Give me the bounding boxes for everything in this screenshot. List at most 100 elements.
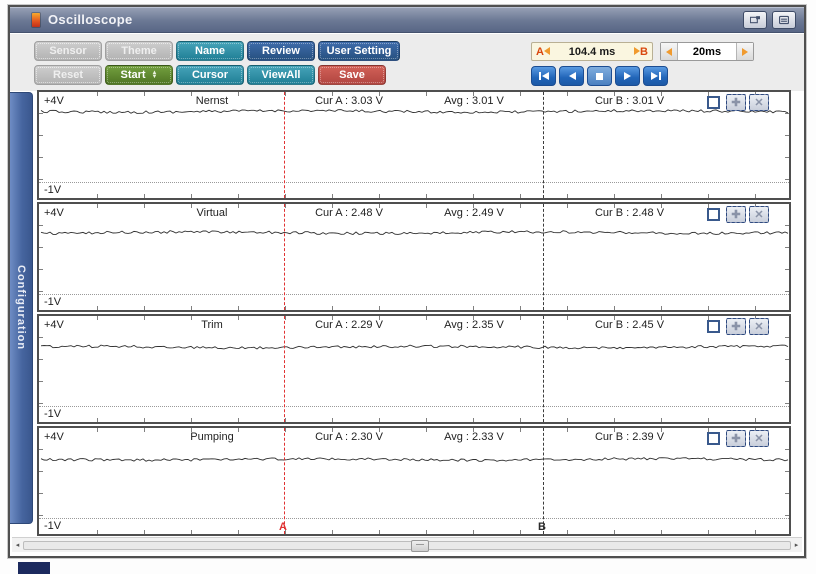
channel-close-button[interactable]: ✕: [749, 318, 769, 335]
cursor-a-reading: Cur A : 2.29 V: [315, 319, 383, 331]
horizontal-scrollbar[interactable]: ◂ ▸: [12, 537, 802, 552]
configuration-tab[interactable]: Configuration: [10, 92, 33, 524]
cursor-b-reading: Cur B : 2.45 V: [594, 319, 665, 331]
skip-to-start-button[interactable]: [531, 66, 556, 86]
channel-zoom-button[interactable]: ✚: [726, 318, 746, 335]
sensor-button[interactable]: Sensor: [34, 41, 102, 61]
y-min-label: -1V: [44, 296, 62, 308]
step-back-button[interactable]: [559, 66, 584, 86]
channel-name: Trim: [201, 319, 223, 331]
panel-collapse-icon: [779, 15, 789, 24]
channel-visibility-checkbox[interactable]: [707, 432, 720, 445]
cursor-b-label: B: [640, 45, 648, 58]
y-min-label: -1V: [44, 184, 62, 196]
title-bar: Oscilloscope: [10, 7, 804, 33]
cursor-a-reading: Cur A : 3.03 V: [315, 95, 383, 107]
stop-icon: [596, 72, 603, 80]
cursor-b-marker: B: [538, 521, 546, 533]
theme-button[interactable]: Theme: [105, 41, 173, 61]
stop-button[interactable]: [587, 66, 612, 86]
timebase-decrease-button[interactable]: [661, 43, 678, 60]
timebase-value: 20ms: [678, 43, 736, 60]
left-arrow-icon: [666, 47, 672, 56]
scope-plot-area: +4V Nernst Cur A : 3.03 V Avg : 3.01 V C…: [37, 90, 791, 538]
plus-icon: ✚: [731, 96, 741, 109]
start-label: Start: [120, 69, 146, 81]
timebase-spinner: 20ms: [660, 42, 754, 61]
popout-button[interactable]: [743, 10, 767, 29]
cursor-a-line[interactable]: [284, 92, 285, 198]
channel-close-button[interactable]: ✕: [749, 206, 769, 223]
cursor-b-reading: Cur B : 3.01 V: [594, 95, 665, 107]
start-toggle-icon: ▲ ▼: [151, 70, 158, 81]
user-setting-button[interactable]: User Setting: [318, 41, 400, 61]
average-reading: Avg : 2.35 V: [444, 319, 504, 331]
cursor-a-marker: A: [279, 521, 287, 533]
cursor-a-line[interactable]: [284, 428, 285, 534]
waveform-trace: [40, 457, 789, 462]
scroll-left-icon[interactable]: ◂: [12, 541, 23, 549]
app-icon: [32, 12, 40, 27]
channel-zoom-button[interactable]: ✚: [726, 430, 746, 447]
plus-icon: ✚: [731, 208, 741, 221]
waveform-trace: [40, 344, 789, 350]
channel-name: Virtual: [196, 207, 228, 219]
channel-trim: +4V Trim Cur A : 2.29 V Avg : 2.35 V Cur…: [37, 314, 791, 424]
cursor-b-line[interactable]: [543, 316, 544, 422]
y-min-label: -1V: [44, 520, 62, 532]
waveform-trace: [40, 109, 789, 114]
transport-controls: [531, 66, 668, 86]
popout-icon: [750, 15, 760, 23]
play-button[interactable]: [615, 66, 640, 86]
cursor-b-reading: Cur B : 2.39 V: [594, 431, 665, 443]
waveform-trace: [40, 230, 789, 236]
cursor-a-arrow-icon: [543, 46, 550, 55]
channel-close-button[interactable]: ✕: [749, 94, 769, 111]
cursor-a-reading: Cur A : 2.30 V: [315, 431, 383, 443]
skip-to-end-button[interactable]: [643, 66, 668, 86]
cursor-a-line[interactable]: [284, 316, 285, 422]
save-button[interactable]: Save: [318, 65, 386, 85]
scroll-right-icon[interactable]: ▸: [791, 541, 802, 549]
cursor-button[interactable]: Cursor: [176, 65, 244, 85]
scrollbar-thumb[interactable]: [411, 539, 429, 552]
y-max-label: +4V: [44, 207, 64, 219]
review-button[interactable]: Review: [247, 41, 315, 61]
name-button[interactable]: Name: [176, 41, 244, 61]
start-button[interactable]: Start ▲ ▼: [105, 65, 173, 85]
y-max-label: +4V: [44, 95, 64, 107]
close-icon: ✕: [754, 208, 764, 221]
step-back-icon: [568, 72, 576, 80]
average-reading: Avg : 2.49 V: [444, 207, 504, 219]
cursor-b-line[interactable]: [543, 92, 544, 198]
channel-visibility-checkbox[interactable]: [707, 320, 720, 333]
scrollbar-track[interactable]: [23, 539, 791, 552]
cursor-delta-display: A 104.4 ms B: [531, 42, 653, 61]
channel-visibility-checkbox[interactable]: [707, 208, 720, 221]
right-arrow-icon: [742, 47, 748, 56]
channel-close-button[interactable]: ✕: [749, 430, 769, 447]
average-reading: Avg : 2.33 V: [444, 431, 504, 443]
channel-nernst: +4V Nernst Cur A : 3.03 V Avg : 3.01 V C…: [37, 90, 791, 200]
channel-virtual: +4V Virtual Cur A : 2.48 V Avg : 2.49 V …: [37, 202, 791, 312]
reset-button[interactable]: Reset: [34, 65, 102, 85]
close-icon: ✕: [754, 320, 764, 333]
viewall-button[interactable]: ViewAll: [247, 65, 315, 85]
toolbar: Sensor Theme Name Review User Setting Re…: [10, 34, 804, 91]
channel-zoom-button[interactable]: ✚: [726, 206, 746, 223]
cursor-b-line[interactable]: [543, 204, 544, 310]
plus-icon: ✚: [731, 432, 741, 445]
configuration-tab-label: Configuration: [15, 265, 27, 351]
cursor-b-line[interactable]: [543, 428, 544, 534]
cursor-a-line[interactable]: [284, 204, 285, 310]
timebase-increase-button[interactable]: [736, 43, 753, 60]
oscilloscope-window: Oscilloscope Sensor Theme Name Review Us…: [8, 5, 806, 558]
y-max-label: +4V: [44, 319, 64, 331]
y-max-label: +4V: [44, 431, 64, 443]
channel-name: Nernst: [195, 95, 229, 107]
channel-zoom-button[interactable]: ✚: [726, 94, 746, 111]
channel-visibility-checkbox[interactable]: [707, 96, 720, 109]
plus-icon: ✚: [731, 320, 741, 333]
panel-collapse-button[interactable]: [772, 10, 796, 29]
skip-to-end-icon: [650, 72, 661, 80]
